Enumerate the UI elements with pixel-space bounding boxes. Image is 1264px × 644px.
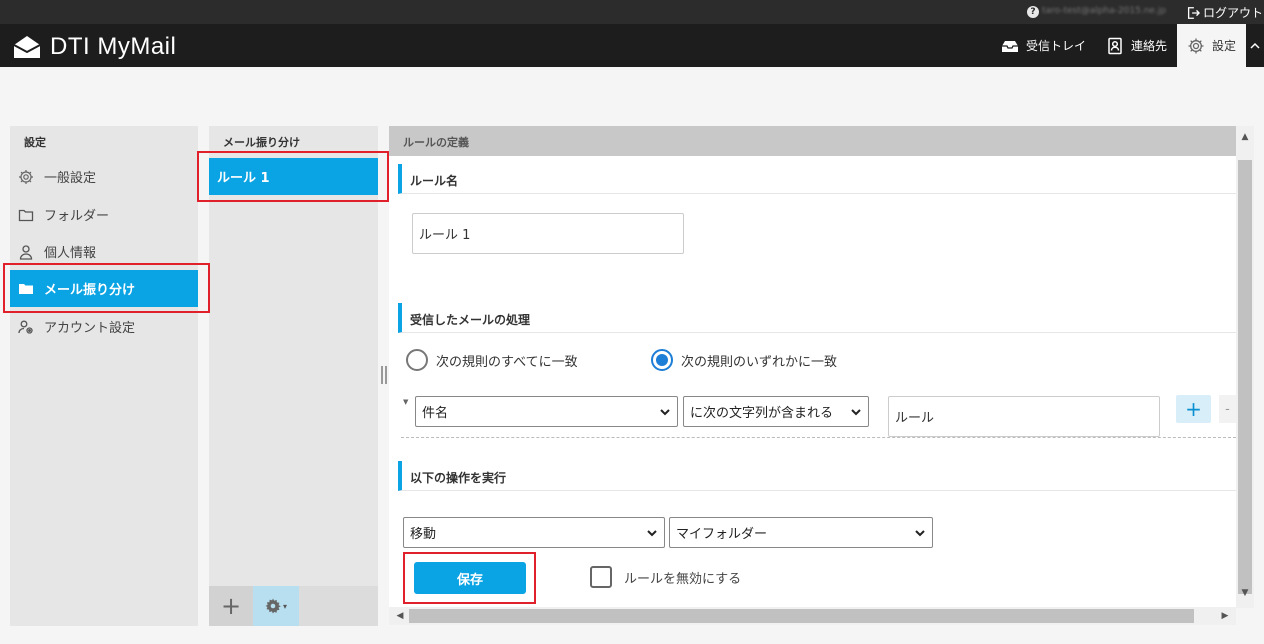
rules-list-footer: + ▾	[209, 586, 378, 626]
target-folder-select[interactable]: マイフォルダー	[669, 517, 933, 548]
match-any-label: 次の規則のいずれかに一致	[681, 354, 838, 370]
target-folder-value: マイフォルダー	[676, 527, 768, 542]
horizontal-scrollbar[interactable]: ◀ ▶	[389, 607, 1236, 625]
processing-section-heading: 受信したメールの処理	[398, 303, 1236, 333]
nav-contacts[interactable]: 連絡先	[1096, 24, 1177, 67]
sidebar-item-label: 一般設定	[44, 171, 97, 186]
sidebar-item-general[interactable]: 一般設定	[10, 158, 198, 195]
user-email: taro-test@alpha-2015.ne.jp	[1042, 6, 1167, 16]
chevron-down-icon: ▾	[282, 601, 287, 611]
rule-options-button[interactable]: ▾	[253, 586, 299, 626]
condition-drag-handle-icon[interactable]: ▼	[403, 398, 408, 406]
chevron-down-icon	[647, 529, 657, 536]
condition-operator-value: に次の文字列が含まれる	[690, 406, 834, 421]
rules-list-title: メール振り分け	[223, 136, 300, 149]
horizontal-scroll-thumb[interactable]	[409, 609, 1194, 623]
panel-splitter-handle[interactable]	[381, 366, 387, 384]
scroll-right-arrow-icon[interactable]: ▶	[1216, 607, 1234, 625]
vertical-scroll-thumb[interactable]	[1238, 160, 1252, 594]
remove-condition-button[interactable]: -	[1219, 395, 1236, 423]
actions-section-heading: 以下の操作を実行	[398, 461, 1236, 491]
top-utility-bar: ? taro-test@alpha-2015.ne.jp ログアウト	[0, 0, 1264, 24]
sidebar-item-label: メール振り分け	[44, 283, 136, 298]
chevron-down-icon	[915, 529, 925, 536]
action-select[interactable]: 移動	[403, 517, 665, 548]
nav-contacts-label: 連絡先	[1130, 39, 1167, 53]
vertical-scrollbar[interactable]: ▲ ▼	[1236, 126, 1254, 608]
gear-icon	[19, 169, 33, 184]
match-all-label: 次の規則のすべてに一致	[436, 354, 578, 370]
settings-sidebar-title: 設定	[24, 136, 46, 149]
logout-label: ログアウト	[1203, 6, 1264, 20]
settings-sidebar: 設定 一般設定 フォルダー 個人情報 メール振り分け アカウント設定	[10, 126, 198, 626]
gear-icon	[265, 598, 281, 614]
help-icon[interactable]: ?	[1027, 6, 1039, 18]
radio-circle-selected	[651, 349, 673, 371]
rule-definition-panel: ルールの定義 ルール名 ルール 1 受信したメールの処理 次の規則のすべてに一致…	[389, 126, 1236, 608]
chevron-down-icon	[660, 408, 670, 415]
nav-settings-label: 設定	[1211, 39, 1236, 53]
logout-icon	[1187, 6, 1200, 19]
sidebar-item-folders[interactable]: フォルダー	[10, 196, 198, 233]
sidebar-item-account-settings[interactable]: アカウント設定	[10, 308, 198, 345]
rule-definition-header: ルールの定義	[389, 126, 1236, 156]
match-any-radio[interactable]: 次の規則のいずれかに一致	[651, 349, 837, 371]
sidebar-item-personal-info[interactable]: 個人情報	[10, 233, 198, 270]
person-icon	[19, 244, 33, 260]
rule-name-section-heading: ルール名	[398, 164, 1236, 194]
condition-field-select[interactable]: 件名	[415, 396, 678, 427]
scroll-down-arrow-icon[interactable]: ▼	[1236, 584, 1254, 601]
sidebar-item-mail-filter[interactable]: メール振り分け	[10, 270, 198, 307]
condition-operator-select[interactable]: に次の文字列が含まれる	[683, 396, 869, 427]
chevron-up-icon	[1250, 42, 1260, 49]
main-nav: 受信トレイ 連絡先 設定	[991, 24, 1264, 67]
account-settings-icon	[18, 320, 33, 334]
gear-icon	[1188, 38, 1204, 53]
match-all-radio[interactable]: 次の規則のすべてに一致	[406, 349, 578, 371]
save-button[interactable]: 保存	[414, 562, 526, 594]
sidebar-item-label: 個人情報	[44, 246, 97, 261]
condition-field-value: 件名	[422, 406, 449, 421]
radio-circle	[406, 349, 428, 371]
inbox-icon	[1001, 40, 1018, 52]
logo[interactable]: DTI MyMail	[12, 33, 176, 61]
scroll-up-arrow-icon[interactable]: ▲	[1236, 128, 1254, 145]
rules-list-panel: メール振り分け ルール 1 + ▾	[209, 126, 378, 626]
logout-link[interactable]: ログアウト	[1186, 4, 1263, 21]
sidebar-item-label: フォルダー	[44, 209, 110, 224]
envelope-logo-icon	[13, 36, 41, 58]
folder-icon	[19, 283, 33, 294]
add-condition-button[interactable]: +	[1176, 395, 1211, 423]
rule-name-input[interactable]: ルール 1	[412, 213, 684, 254]
contacts-icon	[1108, 37, 1122, 54]
rule-list-item[interactable]: ルール 1	[209, 158, 378, 195]
condition-divider	[401, 437, 1236, 438]
chevron-down-icon	[851, 408, 861, 415]
checkbox-box	[590, 566, 612, 588]
add-rule-button[interactable]: +	[209, 586, 253, 626]
folder-icon	[18, 209, 34, 221]
app-header: DTI MyMail 受信トレイ 連絡先 設定	[0, 24, 1264, 67]
nav-inbox[interactable]: 受信トレイ	[991, 24, 1096, 67]
condition-value-input[interactable]: ルール	[888, 396, 1160, 437]
scroll-left-arrow-icon[interactable]: ◀	[391, 607, 409, 625]
disable-rule-checkbox[interactable]: ルールを無効にする	[590, 566, 741, 588]
action-value: 移動	[410, 527, 437, 542]
nav-inbox-label: 受信トレイ	[1025, 39, 1086, 53]
collapse-header-button[interactable]	[1246, 24, 1264, 67]
disable-rule-label: ルールを無効にする	[624, 571, 742, 587]
brand-name: DTI MyMail	[50, 33, 177, 60]
nav-settings[interactable]: 設定	[1176, 24, 1246, 67]
sidebar-item-label: アカウント設定	[44, 321, 136, 336]
